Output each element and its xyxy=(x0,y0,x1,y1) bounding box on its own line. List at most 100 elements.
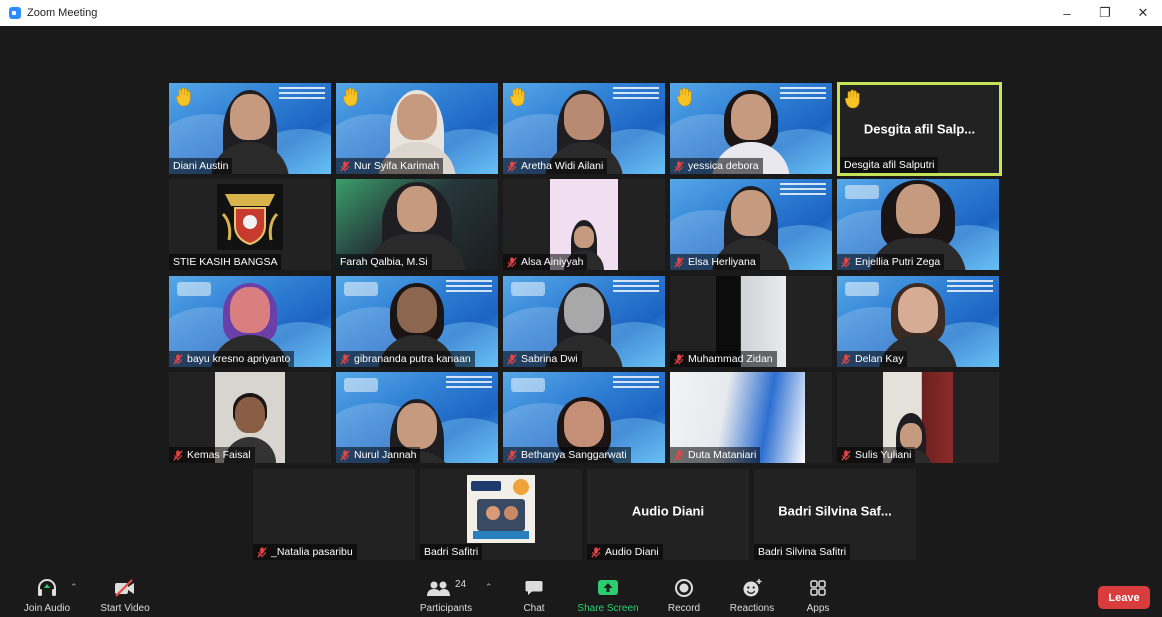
apps-label: Apps xyxy=(806,603,830,614)
participant-name: Audio Diani xyxy=(587,544,663,560)
participant-name: STIE KASIH BANGSA xyxy=(169,254,282,270)
leave-button[interactable]: Leave xyxy=(1098,586,1150,609)
reactions-icon xyxy=(743,579,762,597)
participant-name: bayu kresno apriyanto xyxy=(169,351,295,367)
muted-mic-icon xyxy=(674,257,684,268)
muted-mic-icon xyxy=(841,257,851,268)
participant-tile[interactable]: Bethanya Sanggarwati xyxy=(503,372,665,463)
raised-hand-icon xyxy=(509,87,527,107)
chat-label: Chat xyxy=(523,603,545,614)
participant-name: Kemas Faisal xyxy=(169,447,255,463)
participant-tile[interactable]: Kemas Faisal xyxy=(169,372,331,463)
participant-tile[interactable]: Muhammad Zidan xyxy=(670,276,832,367)
record-button[interactable]: Record xyxy=(664,576,704,614)
participant-tile[interactable]: Duta Mataniari xyxy=(670,372,832,463)
muted-mic-icon xyxy=(591,547,601,558)
raised-hand-icon xyxy=(342,87,360,107)
banner-graphic xyxy=(446,376,492,394)
participant-tile[interactable]: Aretha Widi Ailani xyxy=(503,83,665,174)
participant-name: Sabrina Dwi xyxy=(503,351,582,367)
participant-tile[interactable]: _Natalia pasaribu xyxy=(253,469,415,560)
raised-hand-icon xyxy=(175,87,193,107)
apps-icon xyxy=(810,580,826,596)
muted-mic-icon xyxy=(674,161,684,172)
chat-icon xyxy=(525,581,543,595)
muted-mic-icon xyxy=(841,354,851,365)
participants-button[interactable]: 24 Participants xyxy=(414,576,478,615)
chat-button[interactable]: Chat xyxy=(514,576,554,614)
window-controls: – ❐ ✕ xyxy=(1048,0,1162,26)
participants-icon xyxy=(426,581,450,596)
video-gallery: Diani Austin Nur Syifa Karimah Aretha Wi… xyxy=(0,26,1162,570)
participant-tile[interactable]: Badri Silvina Saf... Badri Silvina Safit… xyxy=(754,469,916,560)
banner-logo xyxy=(511,378,545,392)
participant-tile[interactable]: yessica debora xyxy=(670,83,832,174)
join-audio-label: Join Audio xyxy=(23,603,71,614)
muted-mic-icon xyxy=(674,450,684,461)
participant-tile[interactable]: gibrananda putra kanaan xyxy=(336,276,498,367)
raised-hand-icon xyxy=(676,87,694,107)
audio-options-chevron-icon[interactable]: ⌃ xyxy=(70,582,78,593)
title-bar: Zoom Meeting – ❐ ✕ xyxy=(0,0,1162,26)
crest-logo xyxy=(217,184,283,251)
participant-tile[interactable]: Nur Syifa Karimah xyxy=(336,83,498,174)
participant-tile[interactable]: Badri Safitri xyxy=(420,469,582,560)
reactions-label: Reactions xyxy=(729,603,775,614)
participant-display-name: Badri Silvina Saf... xyxy=(778,503,892,519)
start-video-label: Start Video xyxy=(100,603,150,614)
zoom-logo-icon xyxy=(9,7,21,19)
raised-hand-icon xyxy=(844,89,862,109)
participant-name: Delan Kay xyxy=(837,351,908,367)
record-icon xyxy=(675,579,693,597)
participant-name: Farah Qalbia, M.Si xyxy=(336,254,432,270)
participant-tile[interactable]: Elsa Herliyana xyxy=(670,179,832,270)
participant-display-name: Audio Diani xyxy=(631,503,705,519)
share-screen-button[interactable]: Share Screen xyxy=(576,576,640,614)
participant-tile[interactable]: Delan Kay xyxy=(837,276,999,367)
muted-mic-icon xyxy=(507,161,517,172)
muted-mic-icon xyxy=(340,450,350,461)
video-off-icon xyxy=(115,579,134,597)
participant-tile[interactable]: Sulis Yuliani xyxy=(837,372,999,463)
muted-mic-icon xyxy=(340,161,350,172)
participant-name: Desgita afil Salputri xyxy=(840,157,939,173)
start-video-button[interactable]: Start Video xyxy=(94,576,156,614)
minimize-button[interactable]: – xyxy=(1048,0,1086,26)
meeting-toolbar: Join Audio ⌃ Start Video 24 Participants… xyxy=(0,570,1162,617)
participant-display-name: Desgita afil Salp... xyxy=(863,121,976,137)
banner-logo xyxy=(177,282,211,296)
participant-tile[interactable]: Nurul Jannah xyxy=(336,372,498,463)
participant-name: Nur Syifa Karimah xyxy=(336,158,444,174)
reactions-button[interactable]: Reactions xyxy=(726,576,778,614)
participant-name: Enjellia Putri Zega xyxy=(837,254,945,270)
participant-name: _Natalia pasaribu xyxy=(253,544,357,560)
participant-tile[interactable]: Diani Austin xyxy=(169,83,331,174)
participant-tile-active-speaker[interactable]: Desgita afil Salp... Desgita afil Salput… xyxy=(837,82,1002,176)
participant-name: Badri Silvina Safitri xyxy=(754,544,851,560)
participant-name: Badri Safitri xyxy=(420,544,483,560)
banner-logo xyxy=(511,282,545,296)
participant-tile[interactable]: Enjellia Putri Zega xyxy=(837,179,999,270)
participant-tile[interactable]: Audio Diani Audio Diani xyxy=(587,469,749,560)
participant-tile[interactable]: bayu kresno apriyanto xyxy=(169,276,331,367)
participant-tile[interactable]: Alsa Ainiyyah xyxy=(503,179,665,270)
muted-mic-icon xyxy=(507,450,517,461)
banner-logo xyxy=(845,282,879,296)
muted-mic-icon xyxy=(507,257,517,268)
close-button[interactable]: ✕ xyxy=(1124,0,1162,26)
participants-options-chevron-icon[interactable]: ⌃ xyxy=(485,582,493,593)
muted-mic-icon xyxy=(841,450,851,461)
apps-button[interactable]: Apps xyxy=(800,576,836,614)
participant-name: Duta Mataniari xyxy=(670,447,761,463)
profile-picture xyxy=(467,475,535,544)
participant-tile[interactable]: STIE KASIH BANGSA xyxy=(169,179,331,270)
participant-name: Diani Austin xyxy=(169,158,233,174)
headphones-icon xyxy=(38,579,56,596)
muted-mic-icon xyxy=(257,547,267,558)
muted-mic-icon xyxy=(173,354,183,365)
share-screen-icon xyxy=(598,580,618,595)
participant-tile[interactable]: Sabrina Dwi xyxy=(503,276,665,367)
restore-button[interactable]: ❐ xyxy=(1086,0,1124,26)
muted-mic-icon xyxy=(674,354,684,365)
participant-tile[interactable]: Farah Qalbia, M.Si xyxy=(336,179,498,270)
